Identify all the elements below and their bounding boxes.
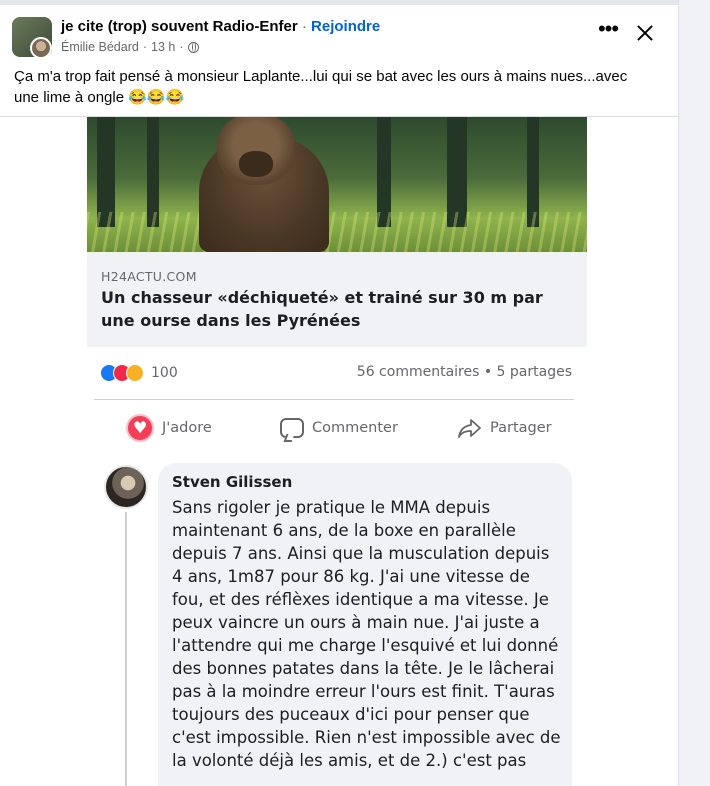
post-card: je cite (trop) souvent Radio-Enfer · Rej… <box>0 0 678 786</box>
comment-icon <box>280 418 304 438</box>
tree-trunk <box>447 117 467 227</box>
post-text: Ça m'a trop fait pensé à monsieur Laplan… <box>14 68 628 106</box>
link-domain: H24ACTU.COM <box>101 269 197 284</box>
link-title: Un chasseur «déchiqueté» et trainé sur 3… <box>101 288 543 330</box>
share-action: Partager <box>458 410 552 446</box>
more-options-button[interactable]: ••• <box>594 18 622 46</box>
comment-action: Commenter <box>280 410 398 446</box>
group-name-line: je cite (trop) souvent Radio-Enfer · Rej… <box>61 18 380 35</box>
tree-trunk <box>377 117 391 227</box>
share-label: Partager <box>490 420 552 436</box>
comment-bubble: Stven Gilissen Sans rigoler je pratique … <box>158 463 572 786</box>
love-action: J'adore <box>126 410 212 446</box>
comment-author: Stven Gilissen <box>172 473 293 491</box>
tree-trunk <box>97 117 115 227</box>
comment-text: Sans rigoler je pratique le MMA depuis m… <box>172 498 561 770</box>
reaction-count: 100 <box>151 365 178 381</box>
top-divider <box>0 0 678 5</box>
group-separator: · <box>297 18 312 35</box>
shared-screenshot-image[interactable]: H24ACTU.COM Un chasseur «déchiqueté» et … <box>86 117 588 786</box>
group-avatar[interactable] <box>12 17 52 59</box>
comment-label: Commenter <box>312 420 398 436</box>
bear-snout <box>239 151 273 177</box>
comments-shares-count: 56 commentaires • 5 partages <box>356 364 572 380</box>
haha-icon <box>126 364 144 382</box>
tree-trunk <box>147 117 159 227</box>
globe-icon <box>187 41 199 53</box>
ellipsis-icon: ••• <box>597 16 619 41</box>
join-group-link[interactable]: Rejoindre <box>311 18 380 35</box>
heart-icon <box>126 414 154 442</box>
love-label: J'adore <box>162 420 212 436</box>
reactions-summary: 100 <box>100 363 178 383</box>
actions-divider <box>94 399 574 400</box>
action-bar: J'adore Commenter Partager <box>86 410 588 446</box>
scrollbar[interactable] <box>678 0 710 786</box>
timestamp-link[interactable]: 13 h <box>151 40 175 54</box>
commenter-avatar <box>104 465 148 509</box>
thread-line <box>125 512 127 786</box>
post-meta: Émilie Bédard · 13 h · <box>61 40 199 54</box>
tree-trunk <box>527 117 539 227</box>
meta-dot: · <box>179 40 184 54</box>
author-name-link[interactable]: Émilie Bédard <box>61 40 139 54</box>
group-name-link[interactable]: je cite (trop) souvent Radio-Enfer <box>61 18 298 35</box>
close-icon[interactable] <box>632 20 658 46</box>
author-avatar[interactable] <box>30 37 52 59</box>
share-icon <box>458 419 481 438</box>
meta-dot: · <box>142 40 147 54</box>
link-preview: H24ACTU.COM Un chasseur «déchiqueté» et … <box>87 252 587 347</box>
grass <box>87 212 587 252</box>
post-header: je cite (trop) souvent Radio-Enfer · Rej… <box>12 14 666 60</box>
bear-photo <box>87 117 587 252</box>
